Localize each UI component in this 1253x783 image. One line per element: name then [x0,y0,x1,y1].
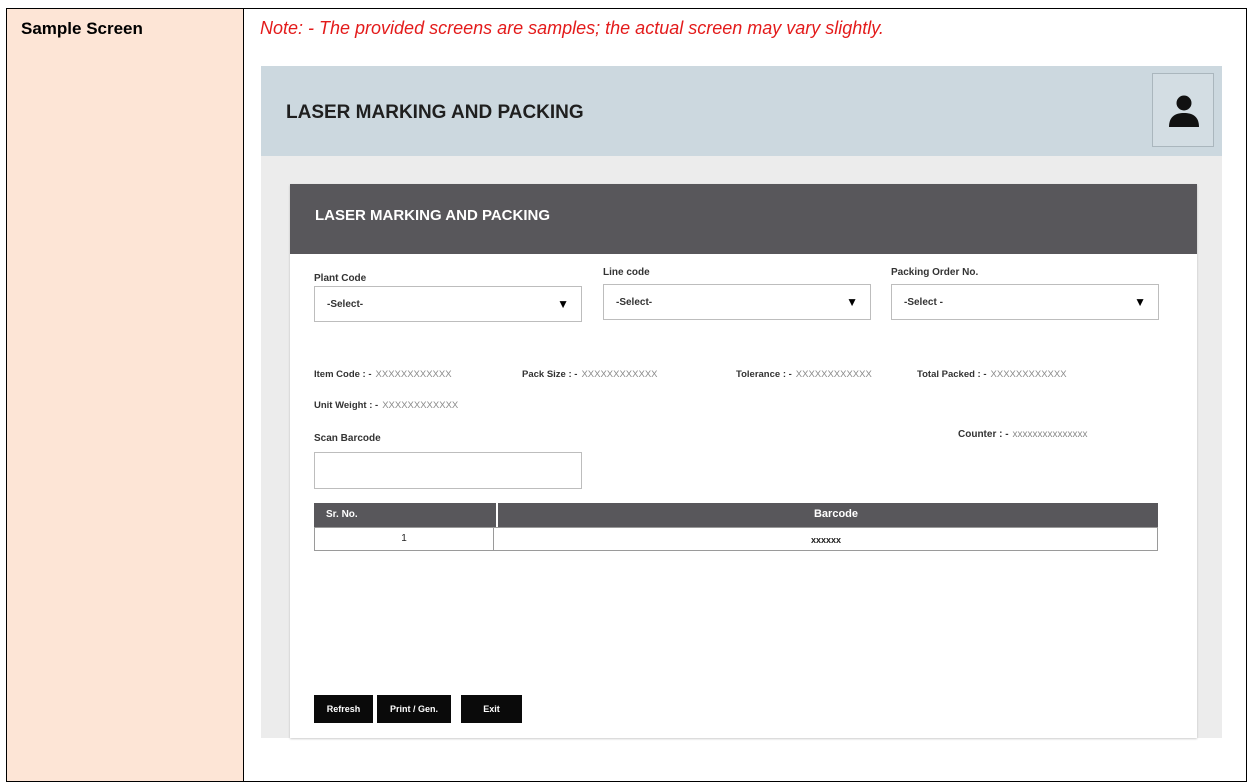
cell-sr-no: 1 [401,533,407,544]
user-icon [1169,95,1199,127]
packing-order-label: Packing Order No. [891,267,979,278]
scan-barcode-label: Scan Barcode [314,433,381,444]
packing-order-value: -Select - [904,297,943,308]
app-header: LASER MARKING AND PACKING [261,66,1222,156]
line-code-value: -Select- [616,297,653,308]
refresh-button[interactable]: Refresh [314,695,373,723]
column-divider [496,503,498,527]
exit-button[interactable]: Exit [461,695,522,723]
item-code-info: Item Code : - XXXXXXXXXXXX [314,369,452,380]
pack-size-info: Pack Size : - XXXXXXXXXXXX [522,369,658,380]
app-screen: LASER MARKING AND PACKING LASER MARKING … [261,66,1222,738]
plant-code-value: -Select- [327,299,364,310]
total-packed-value: XXXXXXXXXXXX [990,369,1067,380]
cell-divider [493,528,494,550]
table-header: Sr. No. Barcode [314,503,1158,527]
pack-size-label: Pack Size : - [522,369,578,380]
counter-info: Counter : - xxxxxxxxxxxxxxx [958,429,1088,440]
line-code-label: Line code [603,267,650,278]
pack-size-value: XXXXXXXXXXXX [581,369,658,380]
tolerance-value: XXXXXXXXXXXX [795,369,872,380]
total-packed-label: Total Packed : - [917,369,987,380]
unit-weight-label: Unit Weight : - [314,400,379,411]
line-code-select[interactable]: -Select- ▼ [603,284,871,320]
scan-barcode-input[interactable] [314,452,582,489]
chevron-down-icon: ▼ [846,295,858,309]
counter-label: Counter : - [958,429,1009,440]
app-title: LASER MARKING AND PACKING [286,102,584,123]
column-header-sr-no: Sr. No. [326,509,358,520]
sample-note: Note: - The provided screens are samples… [260,18,884,38]
tolerance-info: Tolerance : - XXXXXXXXXXXX [736,369,872,380]
total-packed-info: Total Packed : - XXXXXXXXXXXX [917,369,1067,380]
print-gen-button[interactable]: Print / Gen. [377,695,451,723]
chevron-down-icon: ▼ [557,297,569,311]
user-profile-button[interactable] [1152,73,1214,147]
counter-value: xxxxxxxxxxxxxxx [1012,429,1088,440]
plant-code-select[interactable]: -Select- ▼ [314,286,582,322]
row-label-cell: Sample Screen [6,8,244,782]
row-label: Sample Screen [21,19,143,38]
unit-weight-value: XXXXXXXXXXXX [382,400,459,411]
unit-weight-info: Unit Weight : - XXXXXXXXXXXX [314,400,458,411]
column-header-barcode: Barcode [813,508,859,520]
laser-marking-form: LASER MARKING AND PACKING Plant Code -Se… [290,184,1197,738]
form-title: LASER MARKING AND PACKING [315,207,550,224]
item-code-value: XXXXXXXXXXXX [375,369,452,380]
form-header: LASER MARKING AND PACKING [290,184,1197,254]
item-code-label: Item Code : - [314,369,372,380]
tolerance-label: Tolerance : - [736,369,792,380]
packing-order-select[interactable]: -Select - ▼ [891,284,1159,320]
table-row[interactable]: 1 xxxxxx [314,527,1158,551]
plant-code-label: Plant Code [314,273,367,284]
chevron-down-icon: ▼ [1134,295,1146,309]
cell-barcode: xxxxxx [810,535,842,545]
